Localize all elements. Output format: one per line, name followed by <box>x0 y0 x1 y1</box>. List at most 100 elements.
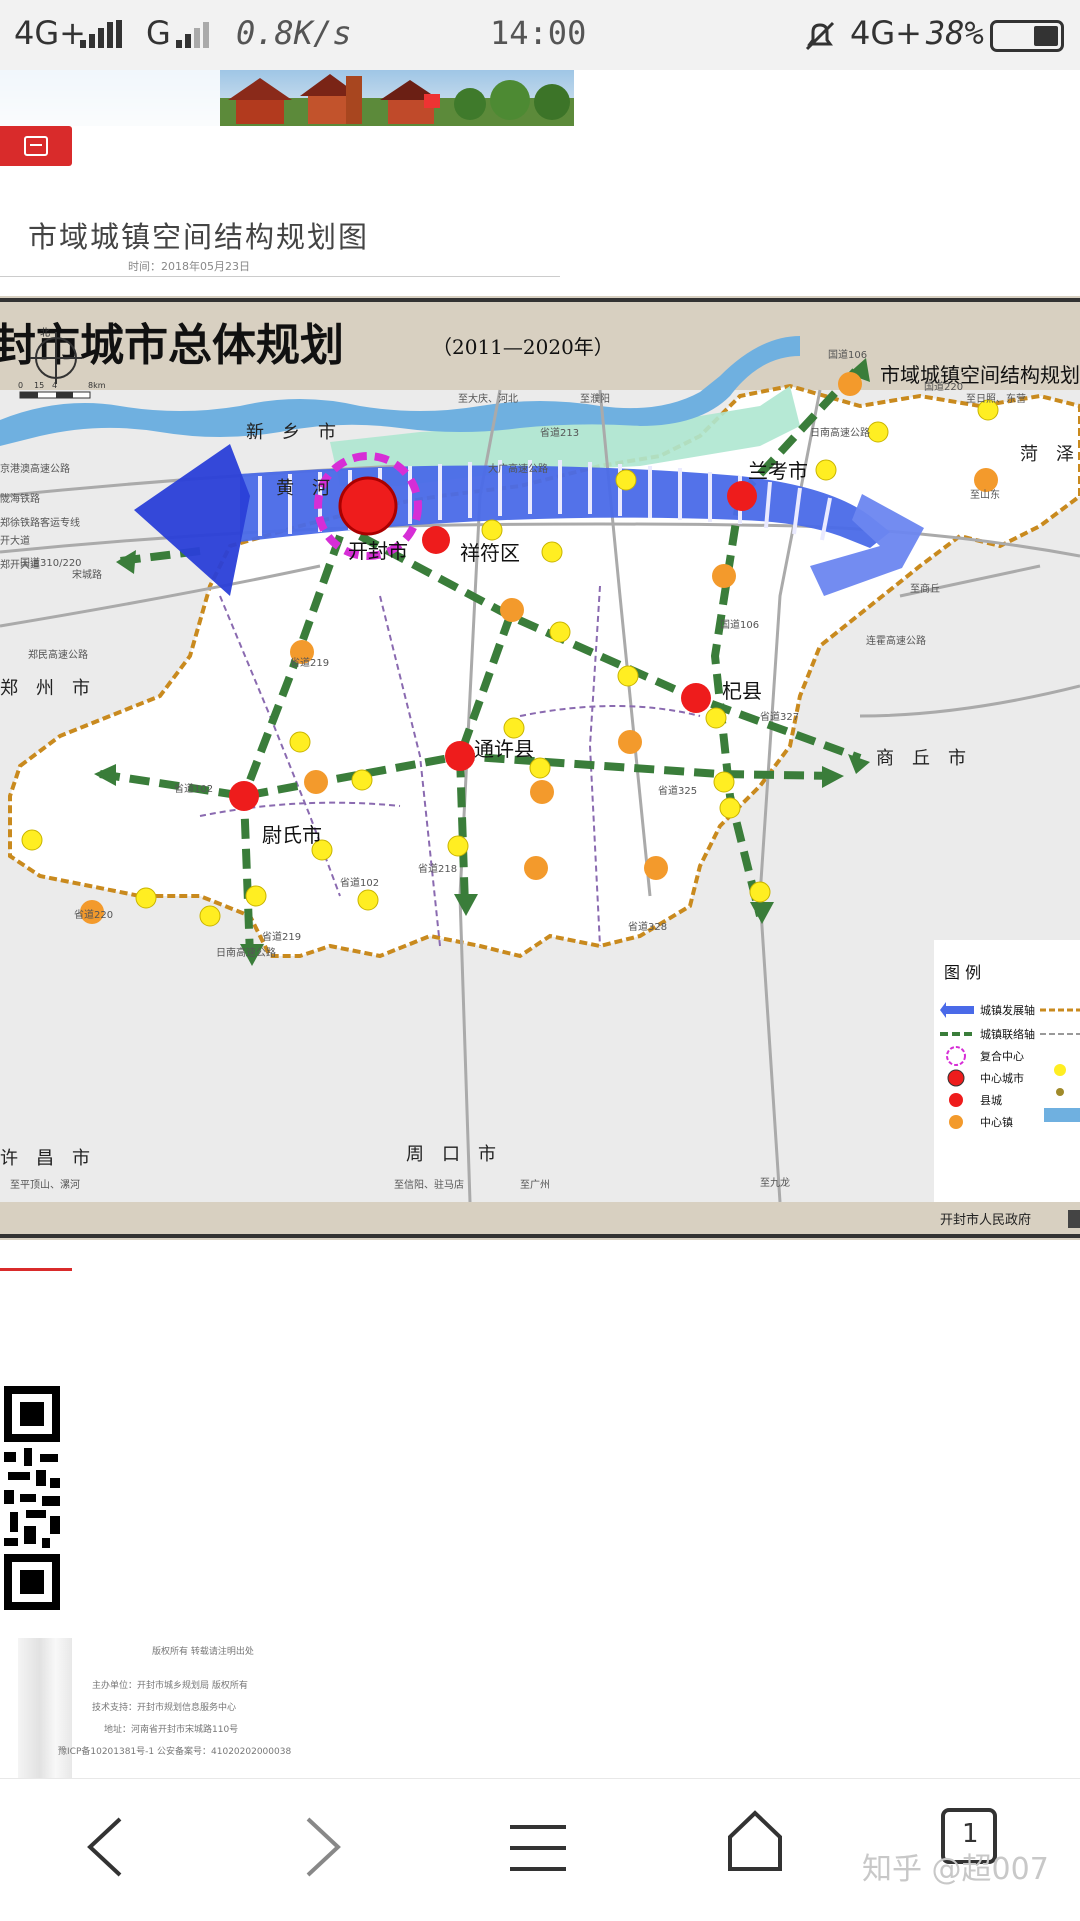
qr-code-icon[interactable] <box>0 1382 64 1614</box>
net-speed: 0.8K/s <box>236 14 352 52</box>
legend-item-3: 复合中心 <box>980 1049 1024 1063</box>
site-footer: 版权所有 转载请注明出处 主办单位：开封市城乡规划局 版权所有 技术支持：开封市… <box>0 1632 320 1782</box>
watermark: 知乎 @超007 <box>862 1852 1049 1887</box>
road-label-25: 郑徐铁路客运专线 <box>0 516 80 529</box>
city-kaifeng: 开封市 <box>348 539 408 563</box>
map-header-title: 封市城市总体规划 <box>0 320 344 371</box>
footer-logo <box>18 1638 72 1778</box>
chevron-left-icon <box>87 1817 122 1877</box>
forward-button[interactable] <box>302 1815 346 1883</box>
road-label-12: 省道219 <box>290 656 329 669</box>
legend-item-5: 县城 <box>980 1094 1002 1107</box>
road-label-15: 连霍高速公路 <box>866 634 926 647</box>
legend-extra-3 <box>1054 1064 1066 1076</box>
legend-town-swatch <box>949 1115 963 1129</box>
region-zhengzhou: 郑 州 市 <box>0 678 90 699</box>
home-button[interactable] <box>726 1809 784 1877</box>
planning-map-image[interactable]: 封市城市总体规划 （2011—2020年） 市域城镇空间结构规划 北 0 15 … <box>0 296 1080 1240</box>
legend-item-1: 城镇发展轴 <box>980 1003 1035 1017</box>
menu-nav-button[interactable] <box>508 1823 568 1877</box>
region-heze: 菏 泽 <box>1020 444 1074 465</box>
region-xinxiang: 新 乡 市 <box>246 422 336 443</box>
menu-button[interactable] <box>0 126 72 166</box>
footer-line-1: 主办单位：开封市城乡规划局 版权所有 <box>92 1681 248 1691</box>
map-bottom-band <box>0 1202 1080 1234</box>
scale-0: 0 <box>18 381 23 390</box>
legend-extra-5 <box>1044 1108 1080 1122</box>
road-label-32: 省道219 <box>262 930 301 943</box>
footer-line-2: 技术支持：开封市规划信息服务中心 <box>92 1703 237 1713</box>
road-label-18: 至九龙 <box>760 1176 790 1189</box>
status-bar: 4G+ G 0.8K/s 14:00 4G+ 38% <box>0 0 1080 70</box>
scale-3: 8km <box>88 381 106 390</box>
road-label-23: 京港澳高速公路 <box>0 462 70 475</box>
road-label-9: 省道327 <box>760 710 799 723</box>
city-tongxu: 通许县 <box>474 737 534 761</box>
city-weishi: 尉氏市 <box>262 823 322 847</box>
battery-level <box>1034 26 1058 46</box>
menu-icon <box>24 136 48 156</box>
legend-item-4: 中心城市 <box>980 1071 1024 1085</box>
map-subtitle: 市域城镇空间结构规划 <box>880 363 1080 387</box>
network-type-3: 4G+ <box>850 14 922 52</box>
signal-icon-2 <box>176 20 216 48</box>
road-label-14: 国道106 <box>720 618 759 631</box>
road-label-11: 省道325 <box>658 784 697 797</box>
road-label-10: 省道102 <box>174 782 213 795</box>
network-type-1: 4G+ <box>14 14 86 52</box>
region-xuchang: 许 昌 市 <box>0 1148 90 1169</box>
road-label-22: 至商丘 <box>910 582 940 595</box>
road-label-34: 至山东 <box>970 488 1000 501</box>
legend-extra-4 <box>1056 1088 1064 1096</box>
region-zhoukou: 周 口 市 <box>406 1144 496 1165</box>
road-label-30: 省道102 <box>340 876 379 889</box>
road-label-13: 省道328 <box>628 920 667 933</box>
legend-item-2: 城镇联络轴 <box>980 1027 1035 1041</box>
road-label-33: 日南高速公路 <box>216 946 276 959</box>
map-corner-block <box>1068 1210 1080 1228</box>
road-label-8: 日南高速公路 <box>810 426 870 439</box>
road-label-19: 至信阳、驻马店 <box>394 1178 464 1191</box>
site-banner <box>0 70 574 126</box>
road-label-28: 宋城路 <box>72 568 102 581</box>
road-label-7: 大广高速公路 <box>488 462 548 475</box>
battery-icon <box>990 20 1064 52</box>
river-label: 黄 河 <box>276 478 330 499</box>
map-top-border <box>0 298 1080 302</box>
chevron-right-icon <box>306 1817 341 1877</box>
road-label-20: 至广州 <box>520 1179 550 1191</box>
map-header-years: （2011—2020年） <box>432 335 614 359</box>
back-button[interactable] <box>82 1815 126 1883</box>
mute-icon <box>802 18 838 54</box>
map-org: 开封市人民政府 <box>940 1212 1031 1228</box>
map-bottom-border <box>0 1234 1080 1238</box>
page-title: 市域城镇空间结构规划图 <box>28 220 370 254</box>
legend-county-swatch <box>949 1093 963 1107</box>
road-label-6: 省道213 <box>540 426 579 439</box>
city-lankao: 兰考市 <box>748 459 808 483</box>
battery-percent: 38% <box>926 14 984 52</box>
footer-line-4: 豫ICP备10201381号-1 公安备案号：41020202000038 <box>58 1747 292 1757</box>
menu-icon <box>510 1825 566 1871</box>
scale-2: 4 <box>52 381 57 390</box>
central-city-marker <box>338 476 398 536</box>
home-icon <box>728 1810 782 1871</box>
road-label-2: 国道220 <box>924 380 963 393</box>
clock: 14:00 <box>490 14 587 52</box>
region-shangqiu: 商 丘 市 <box>876 748 966 769</box>
road-label-4: 至濮阳 <box>580 392 610 405</box>
north-label: 北 <box>40 327 50 339</box>
legend-item-6: 中心镇 <box>980 1115 1013 1129</box>
scale-1: 15 <box>34 381 44 390</box>
legend-center-city-swatch <box>947 1069 965 1087</box>
footer-heading: 版权所有 转载请注明出处 <box>152 1647 254 1657</box>
signal-icon <box>80 20 128 48</box>
divider <box>0 276 560 277</box>
road-label-3: 至大庆、河北 <box>458 392 518 405</box>
road-label-16: 郑民高速公路 <box>28 648 88 661</box>
road-label-26: 开大道 <box>0 534 30 547</box>
road-label-21: 至平顶山、漯河 <box>10 1179 80 1191</box>
publish-date: 时间：2018年05月23日 <box>128 260 250 273</box>
road-label-29: 省道220 <box>74 908 113 921</box>
footer-line-3: 地址：河南省开封市宋城路110号 <box>104 1725 239 1735</box>
